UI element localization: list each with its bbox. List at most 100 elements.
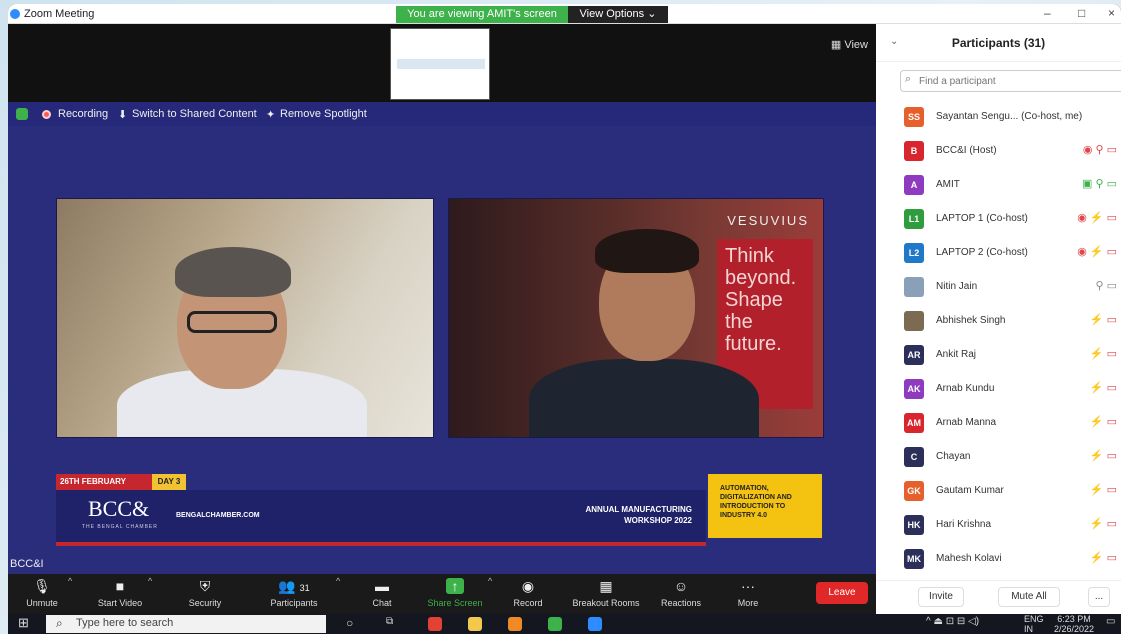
avatar [904, 277, 924, 297]
shared-screen-thumbnail[interactable] [390, 28, 490, 100]
search-icon: ⌕ [56, 616, 63, 630]
app-icon[interactable] [508, 617, 522, 631]
view-button[interactable]: ▦ View [831, 38, 868, 51]
chat-button[interactable]: ▬ Chat [364, 578, 400, 608]
start-video-button[interactable]: ■ Start Video [90, 578, 150, 608]
participant-row[interactable]: GK Gautam Kumar ⚡ ▭ [876, 474, 1121, 508]
zoom-logo-icon [10, 9, 20, 19]
status-icons: ▣ ⚲ ▭ [1082, 178, 1117, 190]
participant-name: Mahesh Kolavi [936, 553, 1002, 564]
chrome-icon[interactable] [428, 617, 442, 631]
audio-options-chevron-icon[interactable]: ^ [68, 576, 72, 586]
switch-shared-content-button[interactable]: Switch to Shared Content [132, 108, 257, 120]
notifications-icon[interactable]: ▭ [1106, 616, 1115, 627]
participants-count: 31 [299, 583, 310, 593]
clock-date: 2/26/2022 [1054, 624, 1095, 634]
status-icons: ⚡ ▭ [1089, 518, 1117, 530]
language-indicator[interactable]: ENG IN [1024, 614, 1044, 634]
participant-row[interactable]: A AMIT ▣ ⚲ ▭ [876, 168, 1121, 202]
recording-dot-icon [42, 110, 51, 119]
app-icon[interactable] [548, 617, 562, 631]
security-button[interactable]: ⛨ Security [180, 578, 230, 608]
avatar: B [904, 141, 924, 161]
language-label: ENG [1024, 614, 1044, 624]
mute-all-button[interactable]: Mute All [998, 587, 1060, 607]
file-explorer-icon[interactable] [468, 617, 482, 631]
spotlight-icon: ✦ [266, 109, 276, 121]
participants-label: Participants [270, 598, 318, 608]
record-button[interactable]: ◉ Record [508, 578, 548, 608]
system-tray-icons[interactable]: ^ ⏏ ⊡ ⊟ ◁) [926, 616, 979, 627]
recording-indicator[interactable]: Recording [58, 108, 108, 120]
participant-row[interactable]: AM Arnab Manna ⚡ ▭ [876, 406, 1121, 440]
participants-icon: 👥 31 [278, 578, 310, 594]
language-sub-label: IN [1024, 624, 1033, 634]
more-button[interactable]: ··· More [730, 578, 766, 608]
search-icon: ⌕ [905, 73, 912, 85]
video-tile-left[interactable] [56, 198, 434, 438]
participant-name: BCC&I (Host) [936, 145, 997, 156]
task-view-icon[interactable]: ⧉ [386, 616, 393, 627]
status-icons: ⚡ ▭ [1089, 450, 1117, 462]
participant-name: Arnab Manna [936, 417, 997, 428]
website-label: BENGALCHAMBER.COM [176, 512, 260, 519]
participants-button[interactable]: 👥 31 Participants [262, 578, 326, 608]
participant-row[interactable]: B BCC&I (Host) ◉ ⚲ ▭ [876, 134, 1121, 168]
clock[interactable]: 6:23 PM 2/26/2022 [1054, 614, 1094, 634]
leave-button[interactable]: Leave [816, 582, 868, 604]
zoom-taskbar-icon[interactable] [588, 617, 602, 631]
participant-row[interactable]: SS Sayantan Sengu... (Co-host, me) [876, 100, 1121, 134]
record-icon: ◉ [521, 578, 535, 594]
participant-name: Abhishek Singh [936, 315, 1006, 326]
share-options-chevron-icon[interactable]: ^ [488, 576, 492, 586]
video-tile-right[interactable]: VESUVIUS Think beyond. Shape the future. [448, 198, 824, 438]
avatar: MK [904, 549, 924, 569]
invite-button[interactable]: Invite [918, 587, 964, 607]
participant-row[interactable]: AR Ankit Raj ⚡ ▭ [876, 338, 1121, 372]
video-options-chevron-icon[interactable]: ^ [148, 576, 152, 586]
participant-row[interactable]: L2 LAPTOP 2 (Co-host) ◉ ⚡ ▭ [876, 236, 1121, 270]
remove-spotlight-button[interactable]: Remove Spotlight [280, 108, 367, 120]
view-options-button[interactable]: View Options ⌄ [568, 6, 668, 23]
cortana-icon[interactable]: ○ [346, 616, 353, 630]
participant-row[interactable]: L1 LAPTOP 1 (Co-host) ◉ ⚡ ▭ [876, 202, 1121, 236]
clock-time: 6:23 PM [1057, 614, 1091, 624]
participant-row[interactable]: HK Hari Krishna ⚡ ▭ [876, 508, 1121, 542]
active-speaker-name: BCC&I [10, 558, 44, 570]
avatar: C [904, 447, 924, 467]
person-body [529, 359, 759, 437]
chat-label: Chat [372, 598, 392, 608]
meeting-toolbar: 🎙 Unmute ^ ■ Start Video ^ ⛨ Security 👥 … [8, 574, 876, 614]
more-options-button[interactable]: ... [1088, 587, 1110, 607]
avatar: L2 [904, 243, 924, 263]
event-banner: BCC& THE BENGAL CHAMBER BENGALCHAMBER.CO… [56, 490, 706, 546]
taskbar-search-input[interactable]: Type here to search [46, 615, 326, 633]
chat-icon: ▬ [375, 578, 389, 594]
breakout-rooms-label: Breakout Rooms [572, 598, 640, 608]
reactions-button[interactable]: ☺ Reactions [656, 578, 706, 608]
status-icons: ⚡ ▭ [1089, 382, 1117, 394]
participant-row[interactable]: C Chayan ⚡ ▭ [876, 440, 1121, 474]
participant-name: Chayan [936, 451, 971, 462]
breakout-rooms-button[interactable]: ▦ Breakout Rooms [568, 578, 644, 608]
participant-search-input[interactable] [900, 70, 1121, 92]
participants-chevron-icon[interactable]: ^ [336, 576, 340, 586]
workshop-title: ANNUAL MANUFACTURING WORKSHOP 2022 [585, 504, 692, 526]
participant-row[interactable]: Nitin Jain ⚲ ▭ [876, 270, 1121, 304]
shield-icon: ⛨ [199, 578, 211, 594]
status-icons: ⚡ ▭ [1089, 416, 1117, 428]
participants-panel-header: ⌄ Participants (31) [876, 24, 1121, 62]
share-screen-button[interactable]: ↑ Share Screen [424, 578, 486, 608]
participant-row[interactable]: Abhishek Singh ⚡ ▭ [876, 304, 1121, 338]
avatar: HK [904, 515, 924, 535]
more-icon: ··· [741, 578, 755, 594]
close-icon[interactable]: × [1108, 6, 1115, 20]
participant-row[interactable]: MK Mahesh Kolavi ⚡ ▭ [876, 542, 1121, 576]
avatar: AM [904, 413, 924, 433]
day-tag: DAY 3 [152, 474, 186, 490]
participant-row[interactable]: AK Arnab Kundu ⚡ ▭ [876, 372, 1121, 406]
windows-start-icon[interactable]: ⊞ [18, 615, 29, 631]
minimize-icon[interactable]: – [1044, 6, 1051, 20]
unmute-button[interactable]: 🎙 Unmute [22, 578, 62, 608]
restore-icon[interactable]: □ [1078, 6, 1085, 20]
